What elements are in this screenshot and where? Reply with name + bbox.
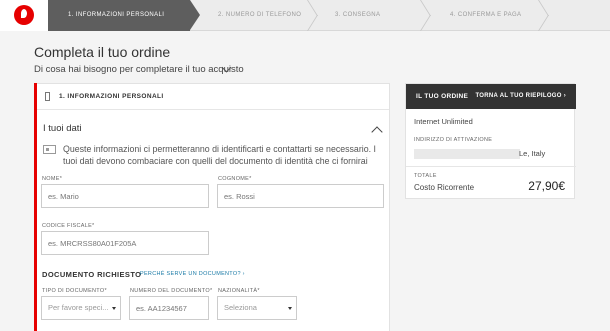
codice-fiscale-input[interactable]: [48, 232, 208, 254]
checkout-steps-bar: 1. INFORMAZIONI PERSONALI 2. NUMERO DI T…: [0, 0, 610, 31]
summary-title: IL TUO ORDINE: [416, 93, 469, 100]
nome-field[interactable]: [41, 184, 209, 208]
summary-divider: [406, 166, 576, 167]
cognome-field[interactable]: [217, 184, 384, 208]
card-header-label: 1. INFORMAZIONI PERSONALI: [59, 93, 164, 100]
step-divider: [538, 0, 550, 31]
address-value: Le, Italy: [519, 149, 546, 158]
info-text: Queste informazioni ci permetteranno di …: [63, 144, 376, 166]
step-numero-di-telefono: 2. NUMERO DI TELEFONO: [218, 12, 302, 18]
phone-icon: [45, 92, 50, 101]
nome-input[interactable]: [48, 185, 208, 207]
personal-info-card: 1. INFORMAZIONI PERSONALI I tuoi dati Qu…: [34, 83, 390, 331]
id-card-icon: [43, 145, 56, 154]
page-subtitle[interactable]: Di cosa hai bisogno per completare il tu…: [34, 64, 244, 75]
tipo-documento-label: TIPO DI DOCUMENTO*: [42, 288, 107, 294]
page-title: Completa il tuo ordine: [34, 44, 171, 60]
vodafone-logo-icon: [14, 5, 34, 25]
caret-down-icon: [288, 307, 292, 310]
step-consegna: 3. CONSEGNA: [335, 12, 381, 18]
order-summary: IL TUO ORDINE TORNA AL TUO RIEPILOGO › I…: [405, 83, 576, 199]
codice-fiscale-field[interactable]: [41, 231, 209, 255]
codice-fiscale-label: CODICE FISCALE*: [42, 223, 95, 229]
nazionalita-label: NAZIONALITÀ*: [218, 288, 260, 294]
nazionalita-select[interactable]: Seleziona: [217, 296, 297, 320]
summary-header: IL TUO ORDINE TORNA AL TUO RIEPILOGO ›: [406, 84, 576, 109]
address-label: INDIRIZZO DI ATTIVAZIONE: [414, 137, 493, 143]
step-conferma-e-paga: 4. CONFERMA E PAGA: [450, 12, 522, 18]
document-info-link[interactable]: PERCHÉ SERVE UN DOCUMENTO? ›: [140, 271, 245, 277]
tipo-documento-select[interactable]: Per favore speci...: [41, 296, 121, 320]
nazionalita-value: Seleziona: [224, 303, 257, 312]
cognome-label: COGNOME*: [218, 176, 252, 182]
chevron-up-icon[interactable]: [371, 126, 383, 138]
address-redacted: [414, 149, 520, 159]
nome-label: NOME*: [42, 176, 63, 182]
back-to-summary-link[interactable]: TORNA AL TUO RIEPILOGO ›: [475, 93, 566, 99]
step-informazioni-personali[interactable]: 1. INFORMAZIONI PERSONALI: [48, 0, 200, 31]
step-divider: [307, 0, 319, 31]
total-label: TOTALE: [414, 173, 437, 179]
cost-label: Costo Ricorrente: [414, 183, 475, 192]
section-title: I tuoi dati: [43, 123, 82, 134]
tipo-documento-value: Per favore speci...: [48, 303, 109, 312]
vodafone-logo[interactable]: [0, 0, 48, 31]
numero-documento-input[interactable]: [136, 297, 208, 319]
card-accent-bar: [34, 83, 37, 331]
caret-down-icon: [112, 307, 116, 310]
document-heading: DOCUMENTO RICHIESTO: [42, 270, 142, 279]
numero-documento-label: NUMERO DEL DOCUMENTO*: [130, 288, 213, 294]
cognome-input[interactable]: [224, 185, 383, 207]
numero-documento-field[interactable]: [129, 296, 209, 320]
card-header: 1. INFORMAZIONI PERSONALI: [35, 84, 389, 110]
price-value: 27,90€: [528, 179, 565, 193]
product-name: Internet Unlimited: [414, 117, 473, 126]
step-divider: [420, 0, 432, 31]
